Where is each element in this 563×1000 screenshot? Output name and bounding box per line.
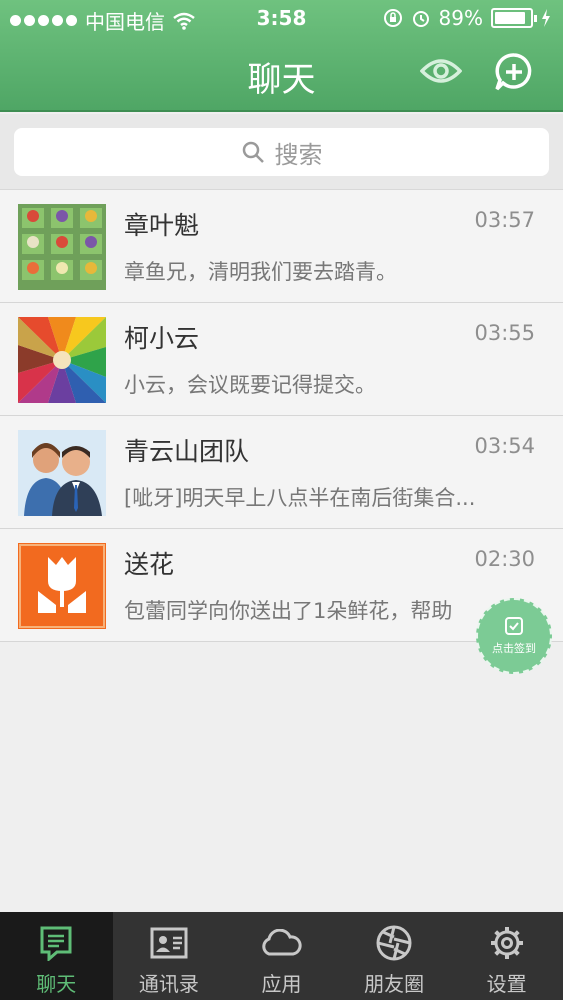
status-right: 89% [383,6,551,30]
chat-time: 02:30 [474,547,535,571]
chat-list: 章叶魁 03:57 章鱼兄，清明我们要去踏青。 柯小云 03:55 小云，会议既… [0,190,563,642]
chat-item-kexiaoyun[interactable]: 柯小云 03:55 小云，会议既要记得提交。 [0,303,563,416]
chat-name: 送花 [124,550,175,579]
checkbox-icon [505,617,523,635]
gear-icon [490,927,523,959]
avatar [18,543,106,629]
add-chat-icon [495,53,532,91]
battery-percent: 89% [438,6,483,30]
cloud-icon [262,929,303,956]
eye-icon [419,59,463,83]
chat-preview: 包蕾同学向你送出了1朵鲜花，帮助 [124,599,453,623]
tab-label: 设置 [486,972,527,996]
eye-button[interactable] [419,54,463,88]
chat-icon [40,926,72,961]
tab-settings[interactable]: 设置 [450,912,563,1000]
battery-fill [495,12,526,24]
chat-name: 章叶魁 [124,211,200,240]
tab-label: 应用 [261,972,302,996]
aperture-icon [376,925,412,961]
contacts-icon [150,927,188,959]
chat-time: 03:57 [474,208,535,232]
tab-label: 通讯录 [138,972,199,996]
avatar [18,317,106,403]
tab-apps[interactable]: 应用 [225,912,338,1000]
search-placeholder: 搜索 [274,140,323,169]
tab-chat[interactable]: 聊天 [0,912,113,1000]
tab-label: 聊天 [36,972,77,996]
search-input[interactable]: 搜索 [14,128,549,176]
search-bar: 搜索 [0,114,563,190]
tab-moments[interactable]: 朋友圈 [338,912,451,1000]
battery-icon [491,8,537,28]
avatar [18,204,106,290]
chat-time: 03:55 [474,321,535,345]
avatar [18,430,106,516]
tab-contacts[interactable]: 通讯录 [113,912,226,1000]
alarm-icon [412,11,429,27]
rotation-lock-icon [383,9,402,27]
chat-name: 青云山团队 [124,437,250,466]
app-header: 中国电信 3:58 89% 聊天 [0,0,563,112]
checkin-label: 点击签到 [492,642,536,655]
charging-icon [542,9,550,27]
page-title: 聊天 [247,60,316,100]
chat-preview: 小云，会议既要记得提交。 [124,373,376,397]
chat-preview: 章鱼兄，清明我们要去踏青。 [124,260,397,284]
chat-item-zhangyekui[interactable]: 章叶魁 03:57 章鱼兄，清明我们要去踏青。 [0,190,563,303]
add-chat-button[interactable] [494,52,534,92]
checkin-button[interactable]: 点击签到 [476,598,552,674]
tab-label: 朋友圈 [364,972,425,996]
search-icon [242,141,264,163]
chat-item-qingyunshan-team[interactable]: 青云山团队 03:54 [呲牙]明天早上八点半在南后街集合... [0,416,563,529]
chat-time: 03:54 [474,434,535,458]
chat-preview: [呲牙]明天早上八点半在南后街集合... [124,486,476,510]
chat-name: 柯小云 [124,324,200,353]
status-bar: 中国电信 3:58 89% [0,0,563,36]
tab-bar: 聊天 通讯录 应用 朋友圈 设置 [0,912,563,1000]
